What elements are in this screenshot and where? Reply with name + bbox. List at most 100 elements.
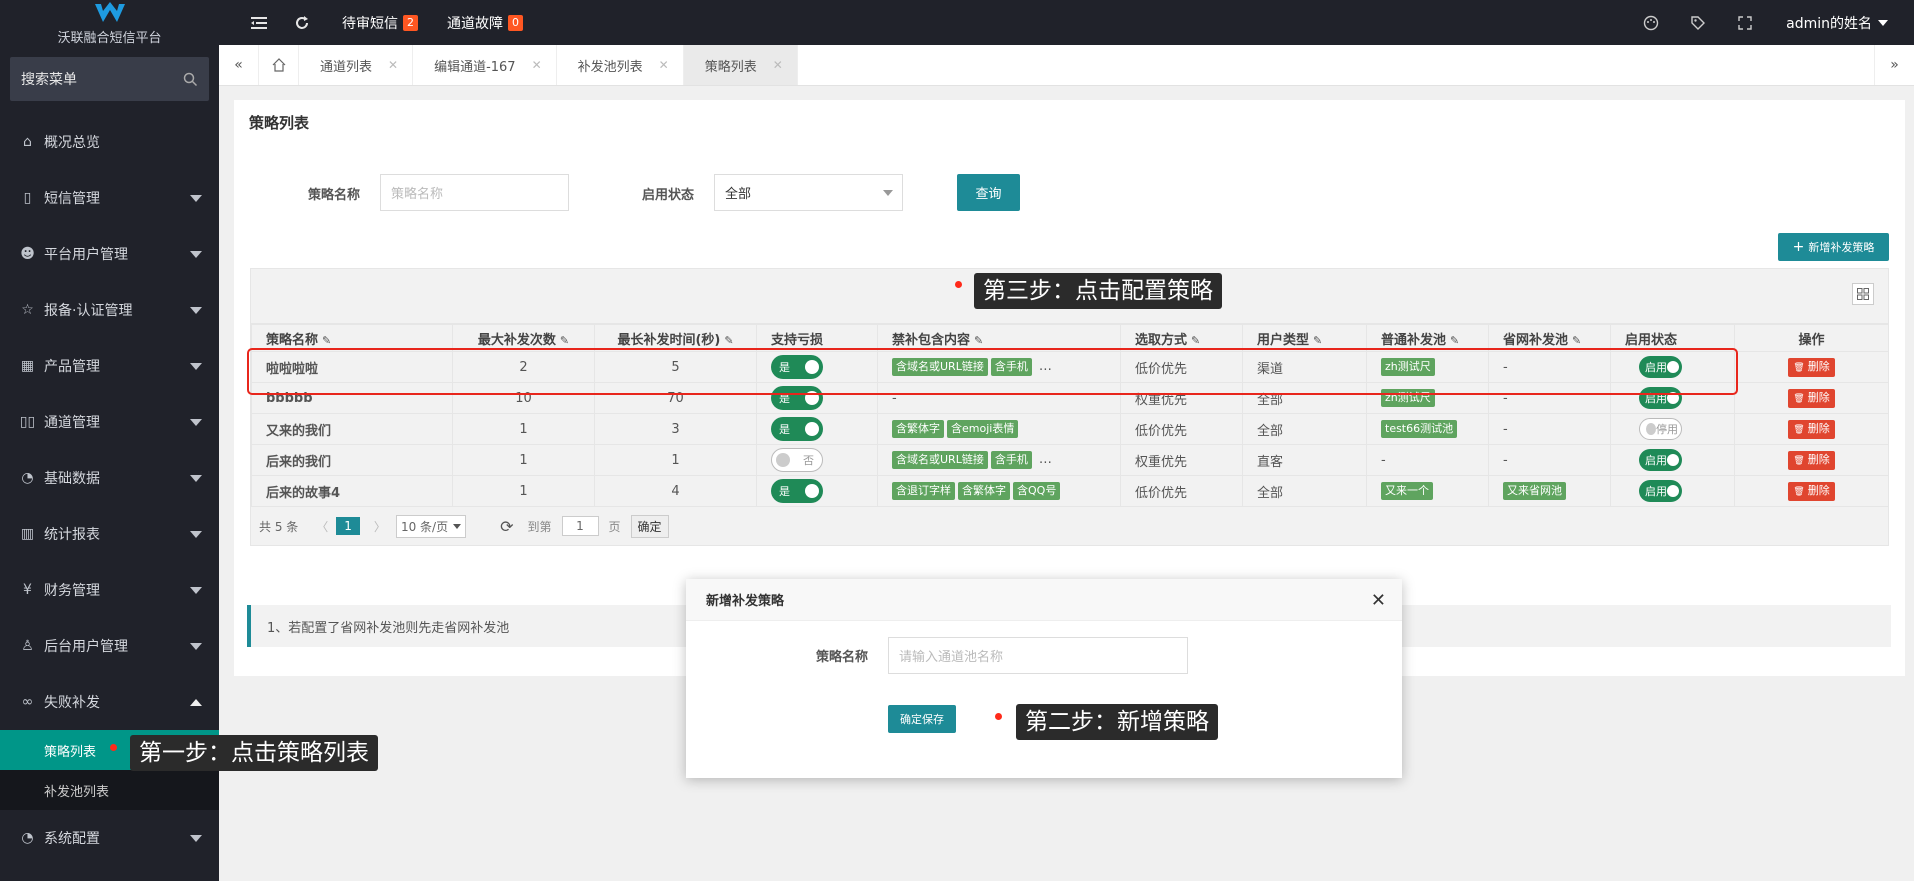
pool-tag: test66测试池 bbox=[1381, 420, 1458, 438]
sidebar-item-failed-resend[interactable]: ∞ 失败补发 bbox=[0, 674, 219, 730]
sidebar-subitem-label: 补发池列表 bbox=[44, 784, 110, 800]
sidebar-item-label: 平台用户管理 bbox=[44, 247, 128, 263]
logo-icon bbox=[94, 2, 125, 22]
loss-toggle[interactable]: 是 bbox=[771, 417, 823, 441]
close-icon[interactable]: ✕ bbox=[532, 58, 542, 72]
sidebar-item-reports[interactable]: ▥ 统计报表 bbox=[0, 506, 219, 562]
delete-button[interactable]: 🗑 删除 bbox=[1788, 481, 1835, 501]
theme-icon[interactable] bbox=[1640, 12, 1662, 34]
strategy-name-input[interactable]: 请输入通道池名称 bbox=[888, 637, 1188, 674]
table-row[interactable]: 后来的故事4 1 4 是含退订字样 含繁体字 含QQ号 低价优先 全部 又来一个 又来省网池 启用 🗑… bbox=[251, 475, 1889, 507]
sidebar-item-admin-users[interactable]: ♙ 后台用户管理 bbox=[0, 618, 219, 674]
edit-icon: ✎ bbox=[1191, 333, 1201, 347]
sidebar-item-sms[interactable]: ▯ 短信管理 bbox=[0, 170, 219, 226]
tab-channel-list[interactable]: 通道列表 ✕ bbox=[299, 45, 414, 85]
query-button[interactable]: 查询 bbox=[957, 174, 1020, 211]
user-type: 直客 bbox=[1257, 454, 1284, 470]
sidebar-item-channels[interactable]: ▯▯ 通道管理 bbox=[0, 394, 219, 450]
user-name: admin的姓名 bbox=[1786, 15, 1872, 32]
more-icon: … bbox=[1038, 452, 1052, 467]
loss-toggle[interactable]: 否 bbox=[771, 448, 823, 472]
sidebar-item-base-data[interactable]: ◔ 基础数据 bbox=[0, 450, 219, 506]
delete-button[interactable]: 🗑 删除 bbox=[1788, 388, 1835, 408]
tabs-scroll-right-icon[interactable]: » bbox=[1874, 45, 1914, 85]
close-icon[interactable]: ✕ bbox=[388, 58, 398, 72]
cell-prov-pool: - bbox=[1488, 413, 1611, 445]
users-icon: ☻ bbox=[20, 246, 35, 262]
pending-sms-link[interactable]: 待审短信 2 bbox=[342, 13, 418, 33]
loss-toggle[interactable]: 是 bbox=[771, 479, 823, 503]
menu-collapse-icon[interactable] bbox=[248, 12, 270, 34]
save-button[interactable]: 确定保存 bbox=[888, 705, 956, 733]
menu-search-input[interactable]: 搜索菜单 bbox=[10, 57, 209, 101]
sidebar-subitem-pool-list[interactable]: 补发池列表 bbox=[0, 770, 219, 810]
search-icon[interactable] bbox=[183, 72, 198, 87]
sidebar-item-label: 短信管理 bbox=[44, 191, 100, 207]
channel-fault-link[interactable]: 通道故障 0 bbox=[447, 13, 523, 33]
delete-button[interactable]: 🗑 删除 bbox=[1788, 419, 1835, 439]
close-icon[interactable]: ✕ bbox=[1371, 590, 1386, 611]
sidebar-item-filing[interactable]: ☆ 报备·认证管理 bbox=[0, 282, 219, 338]
sidebar-item-finance[interactable]: ¥ 财务管理 bbox=[0, 562, 219, 618]
goto-confirm-button[interactable]: 确定 bbox=[630, 514, 669, 538]
select-method: 权重优先 bbox=[1135, 454, 1188, 470]
add-strategy-label: 新增补发策略 bbox=[1808, 241, 1875, 254]
delete-button[interactable]: 🗑 删除 bbox=[1788, 450, 1835, 470]
cell-prov-pool: - bbox=[1488, 444, 1611, 476]
cell-pool: 又来一个 bbox=[1366, 475, 1489, 507]
tabs-scroll-left-icon[interactable]: « bbox=[219, 45, 259, 85]
cell-loss: 是 bbox=[756, 413, 878, 445]
add-strategy-button[interactable]: + 新增补发策略 bbox=[1778, 233, 1889, 261]
delete-button[interactable]: 🗑 删除 bbox=[1788, 357, 1835, 377]
prev-page-icon[interactable]: 〈 bbox=[316, 518, 328, 535]
chevron-down-icon bbox=[190, 587, 202, 594]
edit-icon: ✎ bbox=[1313, 333, 1323, 347]
col-header-actions: 操作 bbox=[1734, 324, 1889, 352]
table-row[interactable]: 又来的我们 1 3 是含繁体字 含emoji表情 低价优先 全部 test66测试池 - 停用 🗑 删… bbox=[251, 413, 1889, 445]
cell-pool: - bbox=[1366, 444, 1489, 476]
filter-status-select[interactable]: 全部 bbox=[714, 174, 903, 211]
tab-bar: « 通道列表 ✕ 编辑通道-167 ✕ 补发池列表 ✕ 策略列表 ✕ » bbox=[219, 45, 1914, 86]
content-tag: 含繁体字 bbox=[958, 482, 1010, 500]
chart-icon: ▥ bbox=[20, 526, 35, 542]
tab-label: 编辑通道-167 bbox=[434, 59, 516, 75]
user-menu[interactable]: admin的姓名 bbox=[1786, 13, 1888, 33]
page-size-select[interactable]: 10 条/页 bbox=[395, 514, 467, 538]
sidebar-item-products[interactable]: ▦ 产品管理 bbox=[0, 338, 219, 394]
tab-edit-channel[interactable]: 编辑通道-167 ✕ bbox=[413, 45, 557, 85]
cell-status: 启用 bbox=[1610, 444, 1735, 476]
sidebar-item-system-config[interactable]: ◔ 系统配置 bbox=[0, 810, 219, 866]
tab-strategy-list[interactable]: 策略列表 ✕ bbox=[683, 45, 798, 85]
table-row[interactable]: 后来的我们 1 1 否 含域名或URL链接 含手机 … 权重优先 直客 - - 启用 🗑 删除 bbox=[251, 444, 1889, 476]
column-filter-icon[interactable] bbox=[1852, 283, 1874, 305]
yen-icon: ¥ bbox=[23, 582, 32, 598]
delete-label: 删除 bbox=[1807, 483, 1830, 497]
star-icon: ☆ bbox=[21, 302, 34, 318]
max-time: 4 bbox=[671, 483, 680, 499]
user-icon: ♙ bbox=[21, 638, 34, 654]
sidebar-item-platform-users[interactable]: ☻ 平台用户管理 bbox=[0, 226, 219, 282]
status-toggle[interactable]: 启用 bbox=[1639, 480, 1682, 502]
content-tag: 含emoji表情 bbox=[947, 420, 1019, 438]
filter-name-input[interactable]: 策略名称 bbox=[380, 174, 569, 211]
sidebar-item-overview[interactable]: ⌂ 概况总览 bbox=[0, 114, 219, 170]
fullscreen-icon[interactable] bbox=[1734, 12, 1756, 34]
page-number[interactable]: 1 bbox=[336, 517, 360, 535]
refresh-page-icon[interactable]: ⟳ bbox=[500, 517, 513, 536]
chevron-down-icon bbox=[190, 363, 202, 370]
status-toggle[interactable]: 启用 bbox=[1639, 449, 1682, 471]
goto-input[interactable]: 1 bbox=[561, 516, 599, 536]
close-icon[interactable]: ✕ bbox=[773, 58, 783, 72]
chevron-down-icon bbox=[883, 190, 893, 196]
callout-step1: 第一步：点击策略列表 bbox=[130, 735, 378, 771]
refresh-icon[interactable] bbox=[291, 12, 313, 34]
next-page-icon[interactable]: 〉 bbox=[374, 518, 386, 535]
tab-pool-list[interactable]: 补发池列表 ✕ bbox=[557, 45, 684, 85]
content-tag: 含繁体字 bbox=[892, 420, 944, 438]
status-toggle[interactable]: 停用 bbox=[1639, 418, 1682, 440]
tag-icon[interactable] bbox=[1687, 12, 1709, 34]
close-icon[interactable]: ✕ bbox=[659, 58, 669, 72]
home-tab-icon[interactable] bbox=[259, 45, 299, 85]
sidebar-item-label: 财务管理 bbox=[44, 583, 100, 599]
channel-fault-badge: 0 bbox=[508, 14, 523, 31]
